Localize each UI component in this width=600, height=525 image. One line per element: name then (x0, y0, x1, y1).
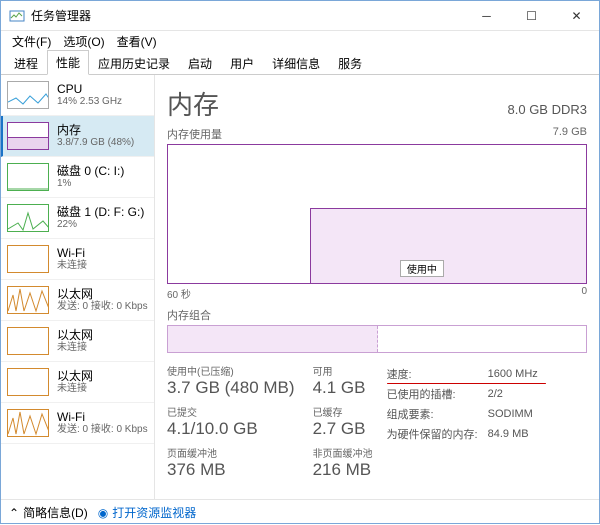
tab-performance[interactable]: 性能 (47, 50, 89, 75)
sidebar-item-label: 以太网 (57, 369, 93, 383)
sidebar-item-sub: 发送: 0 接收: 0 Kbps (57, 301, 148, 313)
spec-label-speed: 速度: (387, 365, 486, 383)
tab-services[interactable]: 服务 (329, 51, 371, 75)
sidebar-item-label: 以太网 (57, 287, 148, 301)
sidebar-item-sub: 未连接 (57, 342, 93, 354)
xaxis-right: 0 (581, 286, 587, 301)
disk-thumbnail (7, 204, 49, 232)
sidebar-item-label: 磁盘 0 (C: I:) (57, 164, 124, 178)
ethernet-thumbnail (7, 327, 49, 355)
graph-max: 7.9 GB (553, 126, 587, 142)
stat-label-available: 可用 (313, 363, 373, 378)
sidebar-item-sub: 未连接 (57, 383, 93, 395)
disk-thumbnail (7, 163, 49, 191)
stat-label-committed: 已提交 (167, 404, 295, 419)
stat-label-inuse: 使用中(已压缩) (167, 363, 295, 378)
in-use-marker: 使用中 (400, 260, 444, 277)
page-title: 内存 (167, 85, 219, 122)
sidebar-item-label: CPU (57, 82, 122, 96)
footer: ⌃ 简略信息(D) ◉ 打开资源监视器 (1, 499, 599, 525)
wifi-thumbnail (7, 409, 49, 437)
titlebar: 任务管理器 ─ ☐ ✕ (1, 1, 599, 31)
tab-processes[interactable]: 进程 (5, 51, 47, 75)
memory-thumbnail (7, 122, 49, 150)
spec-label-form: 组成要素: (387, 405, 486, 423)
spec-value-speed: 1600 MHz (488, 365, 546, 383)
spec-value-slots: 2/2 (488, 385, 546, 403)
sidebar-item-label: 磁盘 1 (D: F: G:) (57, 205, 144, 219)
stat-value-committed: 4.1/10.0 GB (167, 419, 295, 439)
menu-view[interactable]: 查看(V) (112, 32, 162, 51)
minimize-button[interactable]: ─ (464, 1, 509, 31)
sidebar-item-label: Wi-Fi (57, 410, 148, 424)
tab-users[interactable]: 用户 (221, 51, 263, 75)
stat-value-inuse: 3.7 GB (480 MB) (167, 378, 295, 398)
sidebar-item-sub: 14% 2.53 GHz (57, 96, 122, 108)
sidebar-item-disk0[interactable]: 磁盘 0 (C: I:)1% (1, 157, 154, 198)
graph-fill-area (310, 208, 586, 283)
sidebar-item-memory[interactable]: 内存3.8/7.9 GB (48%) (1, 116, 154, 157)
stats-grid: 使用中(已压缩) 3.7 GB (480 MB) 可用 4.1 GB 已提交 4… (167, 363, 373, 480)
tabbar: 进程 性能 应用历史记录 启动 用户 详细信息 服务 (1, 51, 599, 75)
stat-label-cached: 已缓存 (313, 404, 373, 419)
sidebar-item-sub: 1% (57, 178, 124, 190)
sidebar-item-label: Wi-Fi (57, 246, 87, 260)
sidebar-item-cpu[interactable]: CPU14% 2.53 GHz (1, 75, 154, 116)
sidebar-item-sub: 发送: 0 接收: 0 Kbps (57, 424, 148, 436)
sidebar-item-label: 内存 (57, 123, 134, 137)
stat-value-cached: 2.7 GB (313, 419, 373, 439)
sidebar-item-ethernet[interactable]: 以太网发送: 0 接收: 0 Kbps (1, 280, 154, 321)
sidebar-item-ethernet[interactable]: 以太网未连接 (1, 321, 154, 362)
memory-usage-graph: 使用中 (167, 144, 587, 284)
sidebar-item-wifi[interactable]: Wi-Fi发送: 0 接收: 0 Kbps (1, 403, 154, 444)
sidebar: CPU14% 2.53 GHz 内存3.8/7.9 GB (48%) 磁盘 0 … (1, 75, 155, 499)
sidebar-item-sub: 3.8/7.9 GB (48%) (57, 137, 134, 149)
memory-composition-bar (167, 325, 587, 353)
stat-value-nonpaged: 216 MB (313, 460, 373, 480)
app-icon (9, 8, 25, 24)
memory-slots-title: 内存组合 (167, 307, 587, 323)
tab-details[interactable]: 详细信息 (263, 51, 329, 75)
sidebar-item-sub: 22% (57, 219, 144, 231)
menu-options[interactable]: 选项(O) (58, 32, 109, 51)
menu-file[interactable]: 文件(F) (7, 32, 56, 51)
spec-value-form: SODIMM (488, 405, 546, 423)
stat-value-available: 4.1 GB (313, 378, 373, 398)
spec-label-reserved: 为硬件保留的内存: (387, 425, 486, 443)
cpu-thumbnail (7, 81, 49, 109)
specs-table: 速度:1600 MHz 已使用的插槽:2/2 组成要素:SODIMM 为硬件保留… (385, 363, 548, 480)
spec-value-reserved: 84.9 MB (488, 425, 546, 443)
monitor-icon: ◉ (98, 506, 108, 520)
open-resource-monitor-link[interactable]: ◉ 打开资源监视器 (98, 504, 197, 521)
sidebar-item-ethernet[interactable]: 以太网未连接 (1, 362, 154, 403)
open-resource-monitor-label: 打开资源监视器 (112, 504, 196, 521)
fewer-details-button[interactable]: ⌃ 简略信息(D) (9, 504, 88, 521)
maximize-button[interactable]: ☐ (509, 1, 554, 31)
tab-startup[interactable]: 启动 (179, 51, 221, 75)
main-panel: 内存 8.0 GB DDR3 内存使用量 7.9 GB 使用中 60 秒 0 内… (155, 75, 599, 499)
window-title: 任务管理器 (31, 7, 464, 24)
stat-label-nonpaged: 非页面缓冲池 (313, 445, 373, 460)
ethernet-thumbnail (7, 368, 49, 396)
xaxis-left: 60 秒 (167, 286, 191, 301)
fewer-details-label: 简略信息(D) (23, 504, 88, 521)
tab-app-history[interactable]: 应用历史记录 (89, 51, 179, 75)
wifi-thumbnail (7, 245, 49, 273)
menubar: 文件(F) 选项(O) 查看(V) (1, 31, 599, 51)
close-button[interactable]: ✕ (554, 1, 599, 31)
ethernet-thumbnail (7, 286, 49, 314)
graph-title: 内存使用量 (167, 126, 222, 142)
sidebar-item-sub: 未连接 (57, 260, 87, 272)
sidebar-item-disk1[interactable]: 磁盘 1 (D: F: G:)22% (1, 198, 154, 239)
spec-label-slots: 已使用的插槽: (387, 385, 486, 403)
memory-capacity: 8.0 GB DDR3 (508, 102, 587, 117)
sidebar-item-label: 以太网 (57, 328, 93, 342)
stat-value-paged: 376 MB (167, 460, 295, 480)
chevron-up-icon: ⌃ (9, 506, 19, 520)
sidebar-item-wifi[interactable]: Wi-Fi未连接 (1, 239, 154, 280)
stat-label-paged: 页面缓冲池 (167, 445, 295, 460)
